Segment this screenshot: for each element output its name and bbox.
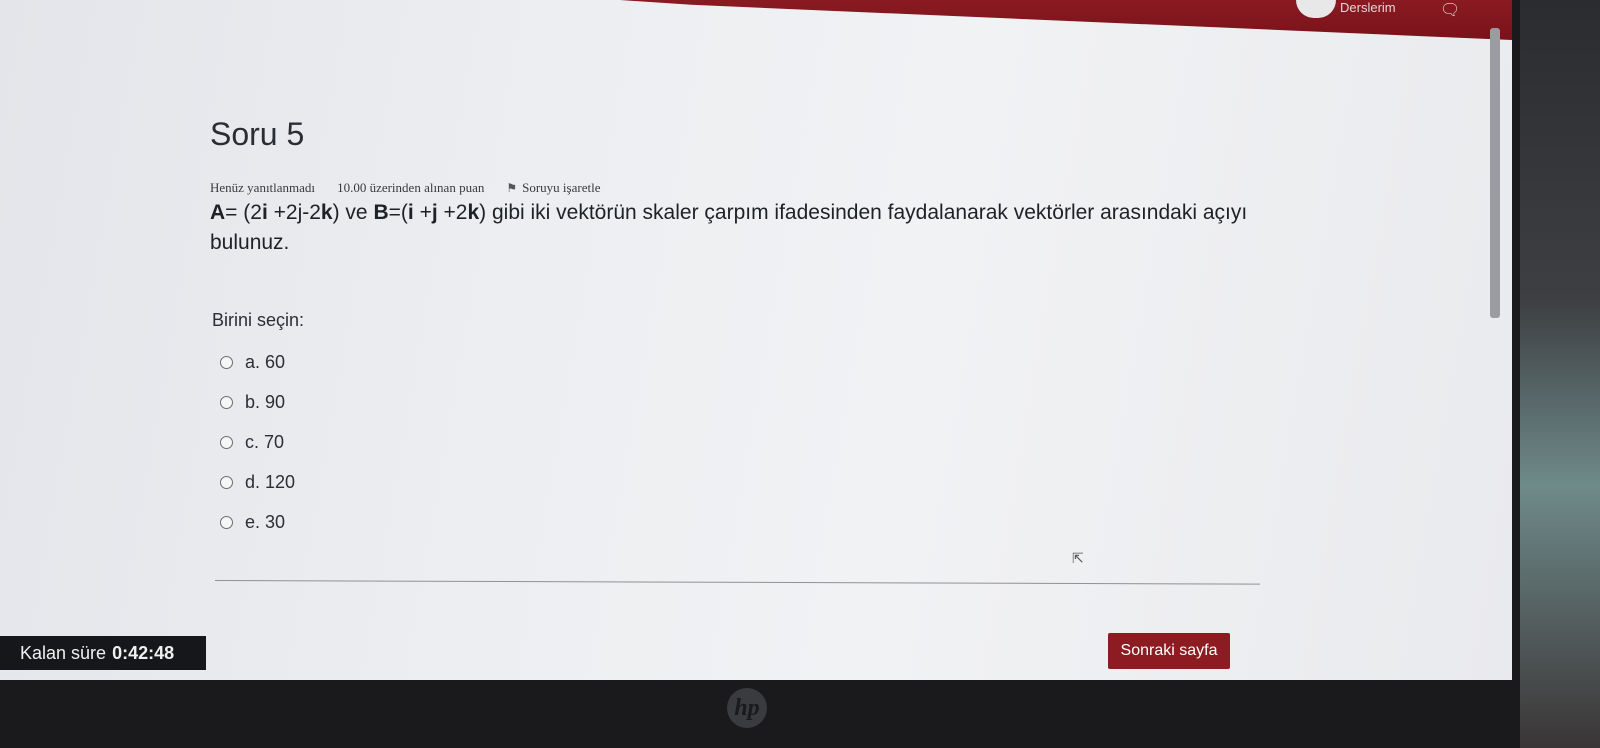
flag-question-link[interactable]: ⚑ Soruyu işaretle: [506, 180, 600, 196]
option-e[interactable]: e. 30: [220, 502, 295, 542]
option-label: d. 120: [245, 471, 296, 492]
radio-button[interactable]: [220, 475, 233, 489]
answer-options: a. 60 b. 90 c. 70 d. 120 e. 30: [220, 342, 295, 542]
question-points: 10.00 üzerinden alınan puan: [337, 180, 485, 195]
quiz-screen: Derslerim 🗨 Soru 5 Henüz yanıtlanmadı 10…: [0, 0, 1512, 680]
vector-b-label: B: [373, 201, 389, 224]
option-label: e. 30: [245, 511, 286, 532]
answer-prompt: Birini seçin:: [212, 310, 305, 330]
option-a[interactable]: a. 60: [220, 342, 295, 382]
time-remaining: Kalan süre 0:42:48: [0, 636, 206, 670]
radio-button[interactable]: [220, 395, 233, 409]
scrollbar-thumb[interactable]: [1490, 28, 1500, 318]
question-text-part: ) ve: [332, 201, 374, 224]
option-label: a. 60: [245, 351, 286, 372]
question-text: A= (2i +2j-2k) ve B=(i +j +2k) gibi iki …: [210, 198, 1290, 258]
vector-b-text: =(: [388, 201, 408, 224]
unit-k: k: [467, 201, 480, 224]
background-desk: [1520, 0, 1600, 748]
chat-bubble-icon[interactable]: 🗨: [1440, 0, 1460, 20]
unit-k: k: [320, 201, 333, 224]
option-d[interactable]: d. 120: [220, 462, 295, 502]
flag-icon: ⚑: [506, 180, 518, 195]
vector-a-text: +2j-2: [267, 201, 321, 224]
option-b[interactable]: b. 90: [220, 382, 295, 422]
vector-a-label: A: [210, 201, 226, 224]
timer-value: 0:42:48: [112, 642, 175, 663]
flag-question-label: Soruyu işaretle: [522, 180, 601, 195]
radio-button[interactable]: [220, 515, 233, 529]
option-label: b. 90: [245, 391, 286, 412]
nav-user-label[interactable]: Derslerim: [1340, 0, 1396, 15]
vector-b-text: +: [413, 201, 432, 224]
hp-logo: hp: [727, 688, 767, 728]
option-label: c. 70: [245, 431, 285, 452]
vector-b-text: +2: [437, 201, 468, 224]
option-c[interactable]: c. 70: [220, 422, 295, 462]
vector-a-text: = (2: [225, 201, 262, 224]
radio-button[interactable]: [220, 435, 233, 449]
divider: [214, 580, 1260, 585]
next-page-button[interactable]: Sonraki sayfa: [1108, 633, 1230, 669]
timer-label: Kalan süre: [20, 642, 107, 663]
question-status: Henüz yanıtlanmadı: [210, 180, 316, 195]
mouse-pointer-icon: ⇱: [1072, 550, 1084, 566]
question-title: Soru 5: [210, 116, 305, 152]
radio-button[interactable]: [220, 355, 233, 369]
question-info: Henüz yanıtlanmadı 10.00 üzerinden alına…: [210, 180, 600, 196]
